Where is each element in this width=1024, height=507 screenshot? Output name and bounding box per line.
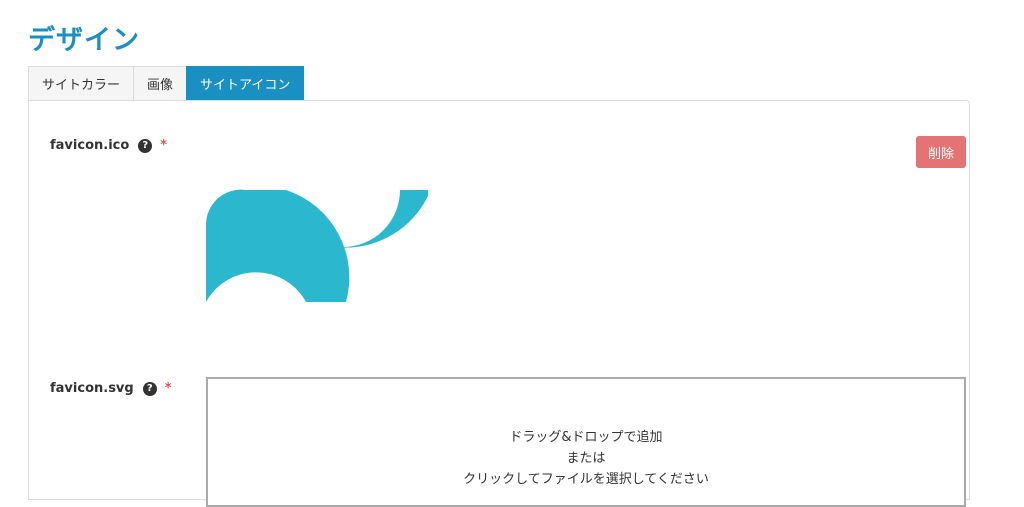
- tab-bar: サイトカラー 画像 サイトアイコン: [28, 66, 305, 100]
- required-mark: *: [160, 138, 168, 153]
- tab-site-icon[interactable]: サイトアイコン: [186, 66, 305, 100]
- file-dropzone[interactable]: ドラッグ&ドロップで追加 または クリックしてファイルを選択してください: [206, 377, 966, 507]
- dropzone-drag-text: ドラッグ&ドロップで追加: [509, 430, 663, 445]
- tab-site-color[interactable]: サイトカラー: [28, 66, 135, 100]
- tab-images[interactable]: 画像: [133, 66, 188, 100]
- help-icon[interactable]: ?: [138, 138, 153, 153]
- dropzone-or-text: または: [566, 451, 606, 466]
- required-mark: *: [164, 381, 172, 396]
- delete-button[interactable]: 削除: [916, 136, 966, 168]
- favicon-preview-icon: [205, 130, 428, 352]
- help-icon[interactable]: ?: [142, 381, 157, 396]
- favicon-svg-label: favicon.svg: [50, 381, 134, 396]
- favicon-svg-label-row: favicon.svg ? *: [50, 381, 172, 396]
- dropzone-click-text: クリックしてファイルを選択してください: [463, 472, 709, 487]
- favicon-ico-label: favicon.ico: [50, 138, 130, 153]
- page-title: デザイン: [28, 25, 140, 56]
- favicon-ico-label-row: favicon.ico ? *: [50, 138, 167, 153]
